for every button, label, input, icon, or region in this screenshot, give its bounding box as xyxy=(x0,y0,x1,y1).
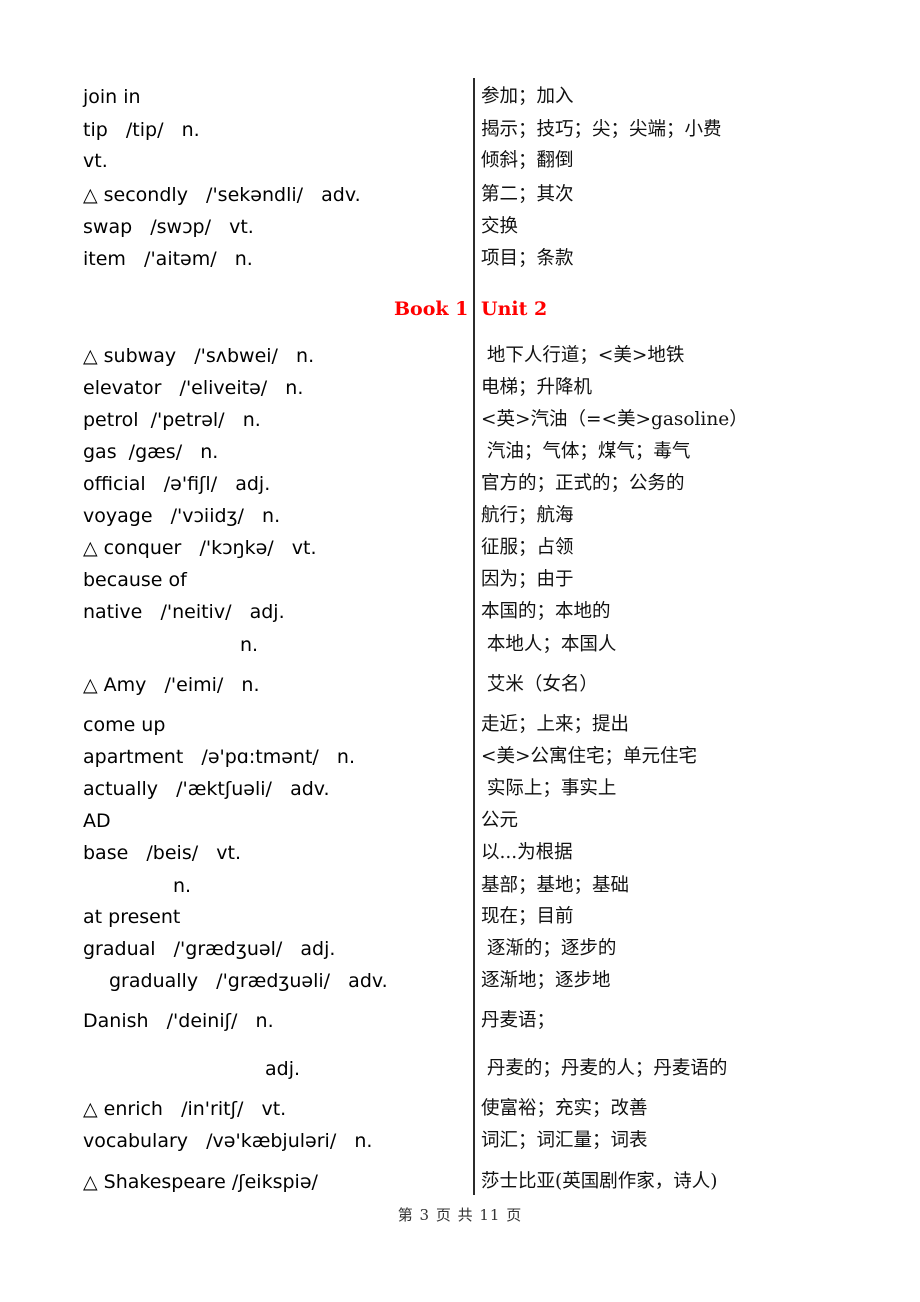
vocabulary-page: join in 参加；加入 tip /tip/ n. 揭示；技巧；尖；尖端；小费 vt.… xyxy=(0,0,920,1302)
entry-chinese: 本国的；本地的 xyxy=(481,601,611,622)
entry-chinese: 航行；航海 xyxy=(481,505,574,526)
unit-label: Unit 2 xyxy=(481,298,548,320)
entry-chinese: <英>汽油（=<美>gasoline） xyxy=(481,409,748,430)
entry-chinese: 地下人行道；<美>地铁 xyxy=(481,345,685,366)
entry-english: Danish /'deiniʃ/ n. xyxy=(83,1010,274,1032)
entry-chinese: 电梯；升降机 xyxy=(481,377,593,398)
entry-chinese: 现在；目前 xyxy=(481,906,574,927)
entry-chinese: 使富裕；充实；改善 xyxy=(481,1098,648,1119)
entry-english: AD xyxy=(83,810,111,832)
entry-english: gradual /'grædʒuəl/ adj. xyxy=(83,938,336,960)
entry-chinese: 官方的；正式的；公务的 xyxy=(481,473,685,494)
entry-english: gradually /'grædʒuəli/ adv. xyxy=(109,970,388,992)
entry-english: official /ə'fiʃl/ adj. xyxy=(83,473,271,495)
entry-chinese: 基部；基地；基础 xyxy=(481,875,630,896)
entry-english: apartment /ə'pɑ:tmənt/ n. xyxy=(83,746,355,768)
entry-chinese: 交换 xyxy=(481,216,519,237)
entry-chinese: 逐渐的；逐步的 xyxy=(481,938,617,959)
entry-english: come up xyxy=(83,714,166,736)
entry-english: △ subway /'sʌbwei/ n. xyxy=(83,345,315,367)
entry-chinese: 词汇；词汇量；词表 xyxy=(481,1130,648,1151)
entry-chinese: 逐渐地；逐步地 xyxy=(481,970,611,991)
entry-english: elevator /'eliveitə/ n. xyxy=(83,377,304,399)
book-label: Book 1 xyxy=(394,298,469,320)
entry-chinese: 项目；条款 xyxy=(481,248,574,269)
entry-chinese: 汽油；气体；煤气；毒气 xyxy=(481,441,691,462)
entry-chinese: 征服；占领 xyxy=(481,537,574,558)
entry-english: native /'neitiv/ adj. xyxy=(83,601,285,623)
entry-chinese: 本地人；本国人 xyxy=(481,634,617,655)
entry-english: gas /gæs/ n. xyxy=(83,441,219,463)
entry-english: △ conquer /'kɔŋkə/ vt. xyxy=(83,537,317,559)
entry-english: petrol /'petrəl/ n. xyxy=(83,409,261,431)
entry-chinese: 走近；上来；提出 xyxy=(481,714,630,735)
entry-english: swap /swɔp/ vt. xyxy=(83,216,254,238)
entry-english: vocabulary /və'kæbjuləri/ n. xyxy=(83,1130,373,1152)
entry-english: △ secondly /'sekəndli/ adv. xyxy=(83,184,361,206)
entry-english: voyage /'vɔiidʒ/ n. xyxy=(83,505,281,527)
entry-english: at present xyxy=(83,906,181,928)
entry-english: base /beis/ vt. xyxy=(83,842,241,864)
page-footer: 第 3 页 共 11 页 xyxy=(397,1206,523,1224)
entry-chinese: 公元 xyxy=(481,810,519,831)
entry-chinese: 实际上；事实上 xyxy=(481,778,617,799)
entry-chinese: 揭示；技巧；尖；尖端；小费 xyxy=(481,119,722,140)
entry-english: tip /tip/ n. xyxy=(83,119,200,141)
entry-chinese: 丹麦的；丹麦的人；丹麦语的 xyxy=(481,1058,728,1079)
entry-english: actually /'æktʃuəli/ adv. xyxy=(83,778,330,800)
entry-english: △ enrich /in'ritʃ/ vt. xyxy=(83,1098,287,1120)
entry-chinese: 以...为根据 xyxy=(481,842,573,863)
entry-chinese: 倾斜；翻倒 xyxy=(481,150,574,171)
entry-english: join in xyxy=(83,86,141,108)
entry-english: vt. xyxy=(83,150,108,172)
entry-chinese: 丹麦语； xyxy=(481,1010,556,1031)
entry-chinese: 因为；由于 xyxy=(481,569,574,590)
entry-chinese: 参加；加入 xyxy=(481,86,574,107)
entry-english: △ Shakespeare /ʃeikspiə/ xyxy=(83,1171,318,1193)
entry-chinese: 莎士比亚(英国剧作家，诗人) xyxy=(481,1171,718,1192)
entry-english: △ Amy /'eimi/ n. xyxy=(83,674,260,696)
entry-chinese: <美>公寓住宅；单元住宅 xyxy=(481,746,698,767)
entry-chinese: 第二；其次 xyxy=(481,184,574,205)
entry-english: because of xyxy=(83,569,187,591)
entry-english: item /'aitəm/ n. xyxy=(83,248,253,270)
entry-chinese: 艾米（女名） xyxy=(481,674,598,695)
